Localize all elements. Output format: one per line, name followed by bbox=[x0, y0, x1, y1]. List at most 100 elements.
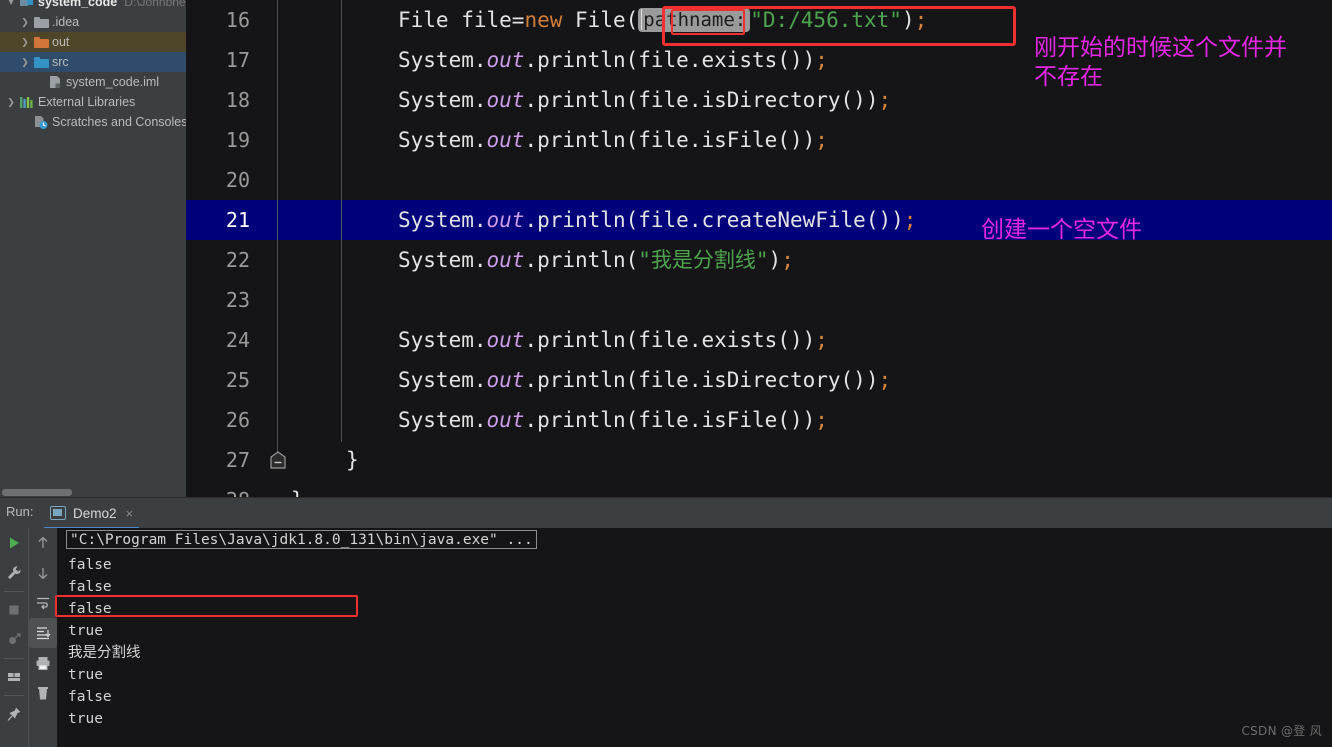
soft-wrap-button[interactable] bbox=[29, 588, 57, 618]
project-tree[interactable]: ▾ system_code D:\Johnbner ❯ .idea ❯ out ❯ src sys… bbox=[0, 0, 186, 132]
code-token: ; bbox=[903, 208, 917, 232]
ide-window: ▾ system_code D:\Johnbner ❯ .idea ❯ out ❯ src sys… bbox=[0, 0, 1332, 747]
run-button[interactable] bbox=[0, 528, 28, 558]
code-line[interactable]: 25 System.out.println(file.isDirectory())… bbox=[186, 360, 1332, 400]
code-line-active[interactable]: 21 System.out.println(file.createNewFile(… bbox=[186, 200, 1332, 240]
code-token: out bbox=[486, 208, 525, 232]
code-text: System.out.println(file.exists()); bbox=[398, 40, 828, 80]
code-line[interactable]: 20 bbox=[186, 160, 1332, 200]
tree-item-label: system_code.iml bbox=[66, 75, 160, 89]
code-token: ; bbox=[815, 328, 828, 352]
code-text: System.out.println(file.isFile()); bbox=[398, 400, 828, 440]
line-number: 17 bbox=[225, 48, 250, 72]
code-token: out bbox=[486, 368, 525, 392]
scratches-icon bbox=[32, 114, 50, 130]
run-toolbar-primary[interactable] bbox=[0, 528, 28, 747]
console-command-line: "C:\Program Files\Java\jdk1.8.0_131\bin\… bbox=[66, 530, 537, 549]
code-line[interactable]: 22 System.out.println("我是分割线"); bbox=[186, 240, 1332, 280]
chevron-down-icon[interactable]: ▾ bbox=[4, 0, 18, 8]
code-line[interactable]: 27} bbox=[186, 440, 1332, 480]
line-number: 28 bbox=[186, 480, 264, 497]
code-text: System.out.println(file.isDirectory()); bbox=[398, 80, 891, 120]
code-token: ) bbox=[768, 248, 782, 272]
console-output-lines[interactable]: false false false true 我是分割线 true false true bbox=[57, 554, 1332, 730]
code-token: System. bbox=[398, 88, 487, 112]
code-token: .println(file.isDirectory()) bbox=[524, 88, 879, 112]
tree-item-label: out bbox=[52, 35, 70, 49]
console-line: false bbox=[68, 557, 112, 573]
module-icon bbox=[18, 0, 36, 10]
stop-button[interactable] bbox=[0, 595, 28, 625]
scroll-to-end-button[interactable] bbox=[29, 618, 57, 648]
scroll-up-button[interactable] bbox=[29, 528, 57, 558]
line-number: 24 bbox=[225, 328, 250, 352]
run-tab-label: Demo2 bbox=[73, 505, 117, 521]
run-toolbar-secondary[interactable] bbox=[29, 528, 57, 747]
code-token: System. bbox=[398, 208, 487, 232]
clear-all-button[interactable] bbox=[29, 678, 57, 708]
code-token: "我是分割线" bbox=[638, 248, 769, 272]
line-number: 22 bbox=[225, 248, 250, 272]
code-token: ; bbox=[878, 88, 892, 112]
code-token: ; bbox=[815, 128, 828, 152]
chevron-right-icon[interactable]: ❯ bbox=[4, 97, 18, 107]
code-token: .println(file.createNewFile()) bbox=[524, 208, 904, 232]
line-number: 16 bbox=[225, 8, 250, 32]
chevron-right-icon[interactable]: ❯ bbox=[18, 37, 32, 47]
folder-gray-icon bbox=[32, 14, 50, 30]
layout-button[interactable] bbox=[0, 662, 28, 692]
code-line[interactable]: 24 System.out.println(file.exists()); bbox=[186, 320, 1332, 360]
tree-item-idea[interactable]: ❯ .idea bbox=[0, 12, 186, 32]
print-button[interactable] bbox=[29, 648, 57, 678]
rerun-failed-tests-icon[interactable] bbox=[0, 625, 28, 655]
code-token: .println(file.exists()) bbox=[524, 48, 816, 72]
tree-item-external-libraries[interactable]: ❯ External Libraries bbox=[0, 92, 186, 112]
code-token: System. bbox=[398, 408, 487, 432]
project-tree-panel[interactable]: ▾ system_code D:\Johnbner ❯ .idea ❯ out ❯ src sys… bbox=[0, 0, 186, 497]
code-line[interactable]: 23 bbox=[186, 280, 1332, 320]
toolbar-separator bbox=[4, 591, 24, 592]
code-line[interactable]: 19 System.out.println(file.isFile()); bbox=[186, 120, 1332, 160]
libraries-icon bbox=[18, 94, 36, 110]
collapse-fold-icon[interactable] bbox=[270, 451, 286, 470]
tree-item-system-code[interactable]: ▾ system_code D:\Johnbner bbox=[0, 0, 186, 12]
tree-item-scratches-and-consoles[interactable]: Scratches and Consoles bbox=[0, 112, 186, 132]
annotation-create-empty-file: 创建一个空文件 bbox=[981, 217, 1142, 243]
pin-tab-button[interactable] bbox=[0, 699, 28, 729]
close-icon[interactable]: × bbox=[126, 506, 134, 521]
tree-item-out[interactable]: ❯ out bbox=[0, 32, 186, 52]
code-text: System.out.println("我是分割线"); bbox=[398, 240, 794, 280]
line-number: 25 bbox=[225, 368, 250, 392]
tree-item-system-code-iml[interactable]: system_code.iml bbox=[0, 72, 186, 92]
run-tab-bar[interactable]: Run: Demo2 × bbox=[0, 498, 1332, 529]
chevron-right-icon[interactable]: ❯ bbox=[18, 17, 32, 27]
code-text: } bbox=[291, 480, 304, 497]
code-token: file bbox=[461, 8, 512, 32]
code-token: .println( bbox=[524, 248, 639, 272]
code-text: System.out.println(file.isFile()); bbox=[398, 120, 828, 160]
code-token: ; bbox=[815, 48, 828, 72]
run-tab-demo2[interactable]: Demo2 × bbox=[44, 499, 140, 529]
code-token: System. bbox=[398, 368, 487, 392]
line-number: 21 bbox=[225, 208, 250, 232]
scrollbar-thumb[interactable] bbox=[2, 489, 72, 496]
toolbar-separator bbox=[4, 695, 24, 696]
code-token: out bbox=[486, 88, 525, 112]
code-line[interactable]: 26 System.out.println(file.isFile()); bbox=[186, 400, 1332, 440]
console-line-highlighted: false bbox=[68, 601, 112, 617]
code-token: ; bbox=[914, 8, 928, 32]
tree-item-src[interactable]: ❯ src bbox=[0, 52, 186, 72]
console-line: false bbox=[68, 689, 112, 705]
code-token: System. bbox=[398, 48, 487, 72]
sidebar-horizontal-scrollbar[interactable] bbox=[0, 487, 186, 497]
code-text: System.out.println(file.createNewFile())… bbox=[398, 200, 916, 240]
run-tool-window[interactable]: Run: Demo2 × "C:\Program Files\Java\jdk1… bbox=[0, 497, 1332, 747]
code-token: .println(file.isFile()) bbox=[524, 128, 816, 152]
scroll-down-button[interactable] bbox=[29, 558, 57, 588]
console-output[interactable]: "C:\Program Files\Java\jdk1.8.0_131\bin\… bbox=[57, 528, 1332, 747]
code-token: ; bbox=[815, 408, 828, 432]
settings-wrench-icon[interactable] bbox=[0, 558, 28, 588]
code-token: System. bbox=[398, 128, 487, 152]
code-line[interactable]: 28} bbox=[186, 480, 1332, 497]
chevron-right-icon[interactable]: ❯ bbox=[18, 57, 32, 67]
